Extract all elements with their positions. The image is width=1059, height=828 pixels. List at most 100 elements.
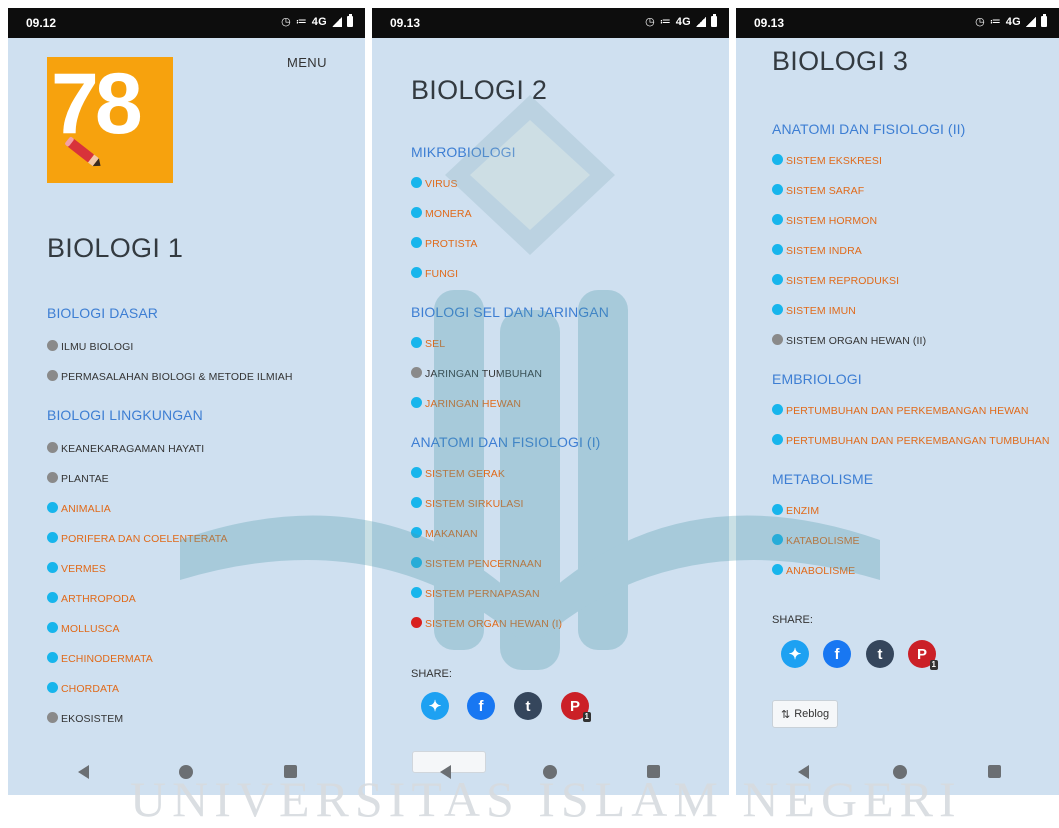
nav-item-label: EKOSISTEM — [61, 713, 124, 725]
nav-list-item[interactable]: SISTEM HORMON — [772, 213, 878, 227]
nav-item-label: PLANTAE — [61, 473, 109, 485]
nav-item-label: SEL — [425, 338, 446, 350]
nav-list-item[interactable]: SISTEM IMUN — [772, 303, 856, 317]
nav-item-label: SISTEM HORMON — [786, 215, 878, 227]
twitter-share-button[interactable]: ✦ — [781, 640, 809, 668]
nav-list-item: KEANEKARAGAMAN HAYATI — [47, 441, 205, 455]
bullet-dot-icon — [772, 333, 783, 345]
nav-item-label: MOLLUSCA — [61, 623, 120, 635]
bullet-dot-icon — [47, 591, 58, 603]
nav-list-item[interactable]: CHORDATA — [47, 681, 119, 695]
bullet-dot-icon — [411, 336, 422, 348]
menu-button[interactable]: MENU — [287, 55, 327, 70]
nav-list-item[interactable]: SEL — [411, 336, 446, 350]
nav-list-item[interactable]: PERTUMBUHAN DAN PERKEMBANGAN HEWAN — [772, 403, 1029, 417]
nav-list-item[interactable]: KATABOLISME — [772, 533, 860, 547]
screen-biologi-3: 09.13 ◷ ≔ 4G BIOLOGI 3 ANATOMI DAN FISIO… — [736, 8, 1059, 795]
home-icon[interactable] — [893, 765, 907, 779]
nav-list-item[interactable]: SISTEM PERNAPASAN — [411, 586, 540, 600]
recent-apps-icon[interactable] — [988, 765, 1001, 778]
nav-list-item[interactable]: VERMES — [47, 561, 106, 575]
back-icon[interactable] — [78, 765, 89, 779]
share-label: SHARE: — [772, 614, 813, 626]
nav-item-label: ENZIM — [786, 505, 820, 517]
page-title: BIOLOGI 1 — [47, 233, 184, 263]
status-icons: ◷ ≔ 4G — [645, 14, 717, 28]
twitter-share-button[interactable]: ✦ — [421, 692, 449, 720]
nav-list-item[interactable]: PERTUMBUHAN DAN PERKEMBANGAN TUMBUHAN — [772, 433, 1050, 447]
bullet-dot-icon — [772, 533, 783, 545]
nav-item-label: KEANEKARAGAMAN HAYATI — [61, 443, 205, 455]
bullet-dot-icon — [772, 273, 783, 285]
twitter-icon: ✦ — [428, 698, 442, 715]
recent-apps-icon[interactable] — [647, 765, 660, 778]
nav-list-item[interactable]: SISTEM SIRKULASI — [411, 496, 524, 510]
nav-list-item[interactable]: SISTEM INDRA — [772, 243, 862, 257]
facebook-share-button[interactable]: f — [467, 692, 495, 720]
nav-list-item[interactable]: SISTEM SARAF — [772, 183, 865, 197]
nav-item-label: ILMU BIOLOGI — [61, 341, 134, 353]
alarm-icon: ◷ — [645, 16, 655, 28]
back-icon[interactable] — [798, 765, 809, 779]
nav-item-label: JARINGAN TUMBUHAN — [425, 368, 543, 380]
facebook-share-button[interactable]: f — [823, 640, 851, 668]
nav-item-label: SISTEM SIRKULASI — [425, 498, 524, 510]
bullet-dot-icon — [47, 621, 58, 633]
nav-item-label: MAKANAN — [425, 528, 478, 540]
pinterest-count-badge: 1 — [582, 712, 591, 722]
tumblr-share-button[interactable]: t — [866, 640, 894, 668]
pinterest-share-button[interactable]: P1 — [561, 692, 591, 722]
nav-list-item[interactable]: ARTHROPODA — [47, 591, 136, 605]
nav-item-label: SISTEM REPRODUKSI — [786, 275, 900, 287]
nav-item-label: ARTHROPODA — [61, 593, 136, 605]
bullet-dot-icon — [411, 266, 422, 278]
section-heading: METABOLISME — [772, 471, 874, 487]
tumblr-share-button[interactable]: t — [514, 692, 542, 720]
nav-item-label: VIRUS — [425, 178, 458, 190]
nav-list-item[interactable]: JARINGAN HEWAN — [411, 396, 522, 410]
network-type: 4G — [1005, 15, 1021, 28]
nav-list-item[interactable]: MONERA — [411, 206, 472, 220]
nav-list-item[interactable]: ANABOLISME — [772, 563, 855, 577]
recent-apps-icon[interactable] — [284, 765, 297, 778]
nav-list-item[interactable]: SISTEM REPRODUKSI — [772, 273, 900, 287]
nav-list-item[interactable]: ENZIM — [772, 503, 820, 517]
nav-list-item[interactable]: SISTEM EKSKRESI — [772, 153, 883, 167]
bullet-dot-icon — [47, 339, 58, 351]
nav-item-label: SISTEM EKSKRESI — [786, 155, 883, 167]
nav-list-item[interactable]: FUNGI — [411, 266, 458, 280]
pencil-icon — [65, 136, 101, 167]
nav-list-item[interactable]: PORIFERA DAN COELENTERATA — [47, 531, 228, 545]
nav-list-item[interactable]: ANIMALIA — [47, 501, 111, 515]
reblog-button[interactable]: ⇅ Reblog — [772, 700, 839, 728]
bullet-dot-icon — [47, 471, 58, 483]
vibrate-icon: ≔ — [989, 16, 1001, 28]
nav-list-item[interactable]: SISTEM PENCERNAAN — [411, 556, 542, 570]
nav-item-label: MONERA — [425, 208, 472, 220]
bullet-dot-icon — [772, 153, 783, 165]
site-logo[interactable]: 78 — [47, 57, 173, 183]
nav-item-label: JARINGAN HEWAN — [425, 398, 522, 410]
section-heading: EMBRIOLOGI — [772, 371, 862, 387]
nav-list-item[interactable]: PROTISTA — [411, 236, 478, 250]
nav-list-item[interactable]: SISTEM GERAK — [411, 466, 505, 480]
nav-list-item[interactable]: MOLLUSCA — [47, 621, 120, 635]
status-time: 09.12 — [26, 16, 57, 30]
back-icon[interactable] — [440, 765, 451, 779]
home-icon[interactable] — [179, 765, 193, 779]
nav-list-item[interactable]: ECHINODERMATA — [47, 651, 153, 665]
nav-list-item[interactable]: VIRUS — [411, 176, 458, 190]
nav-item-label: SISTEM SARAF — [786, 185, 865, 197]
pinterest-share-button[interactable]: P1 — [908, 640, 938, 670]
status-time: 09.13 — [754, 16, 785, 30]
page-title: BIOLOGI 3 — [772, 46, 909, 76]
nav-item-label: SISTEM ORGAN HEWAN (II) — [786, 335, 927, 347]
nav-item-label: PERTUMBUHAN DAN PERKEMBANGAN TUMBUHAN — [786, 435, 1050, 447]
nav-item-label: PERTUMBUHAN DAN PERKEMBANGAN HEWAN — [786, 405, 1029, 417]
home-icon[interactable] — [543, 765, 557, 779]
bullet-dot-icon — [411, 616, 422, 628]
battery-icon — [1041, 14, 1047, 27]
nav-list-item[interactable]: MAKANAN — [411, 526, 478, 540]
network-type: 4G — [675, 15, 691, 28]
nav-list-item[interactable]: SISTEM ORGAN HEWAN (I) — [411, 616, 562, 630]
